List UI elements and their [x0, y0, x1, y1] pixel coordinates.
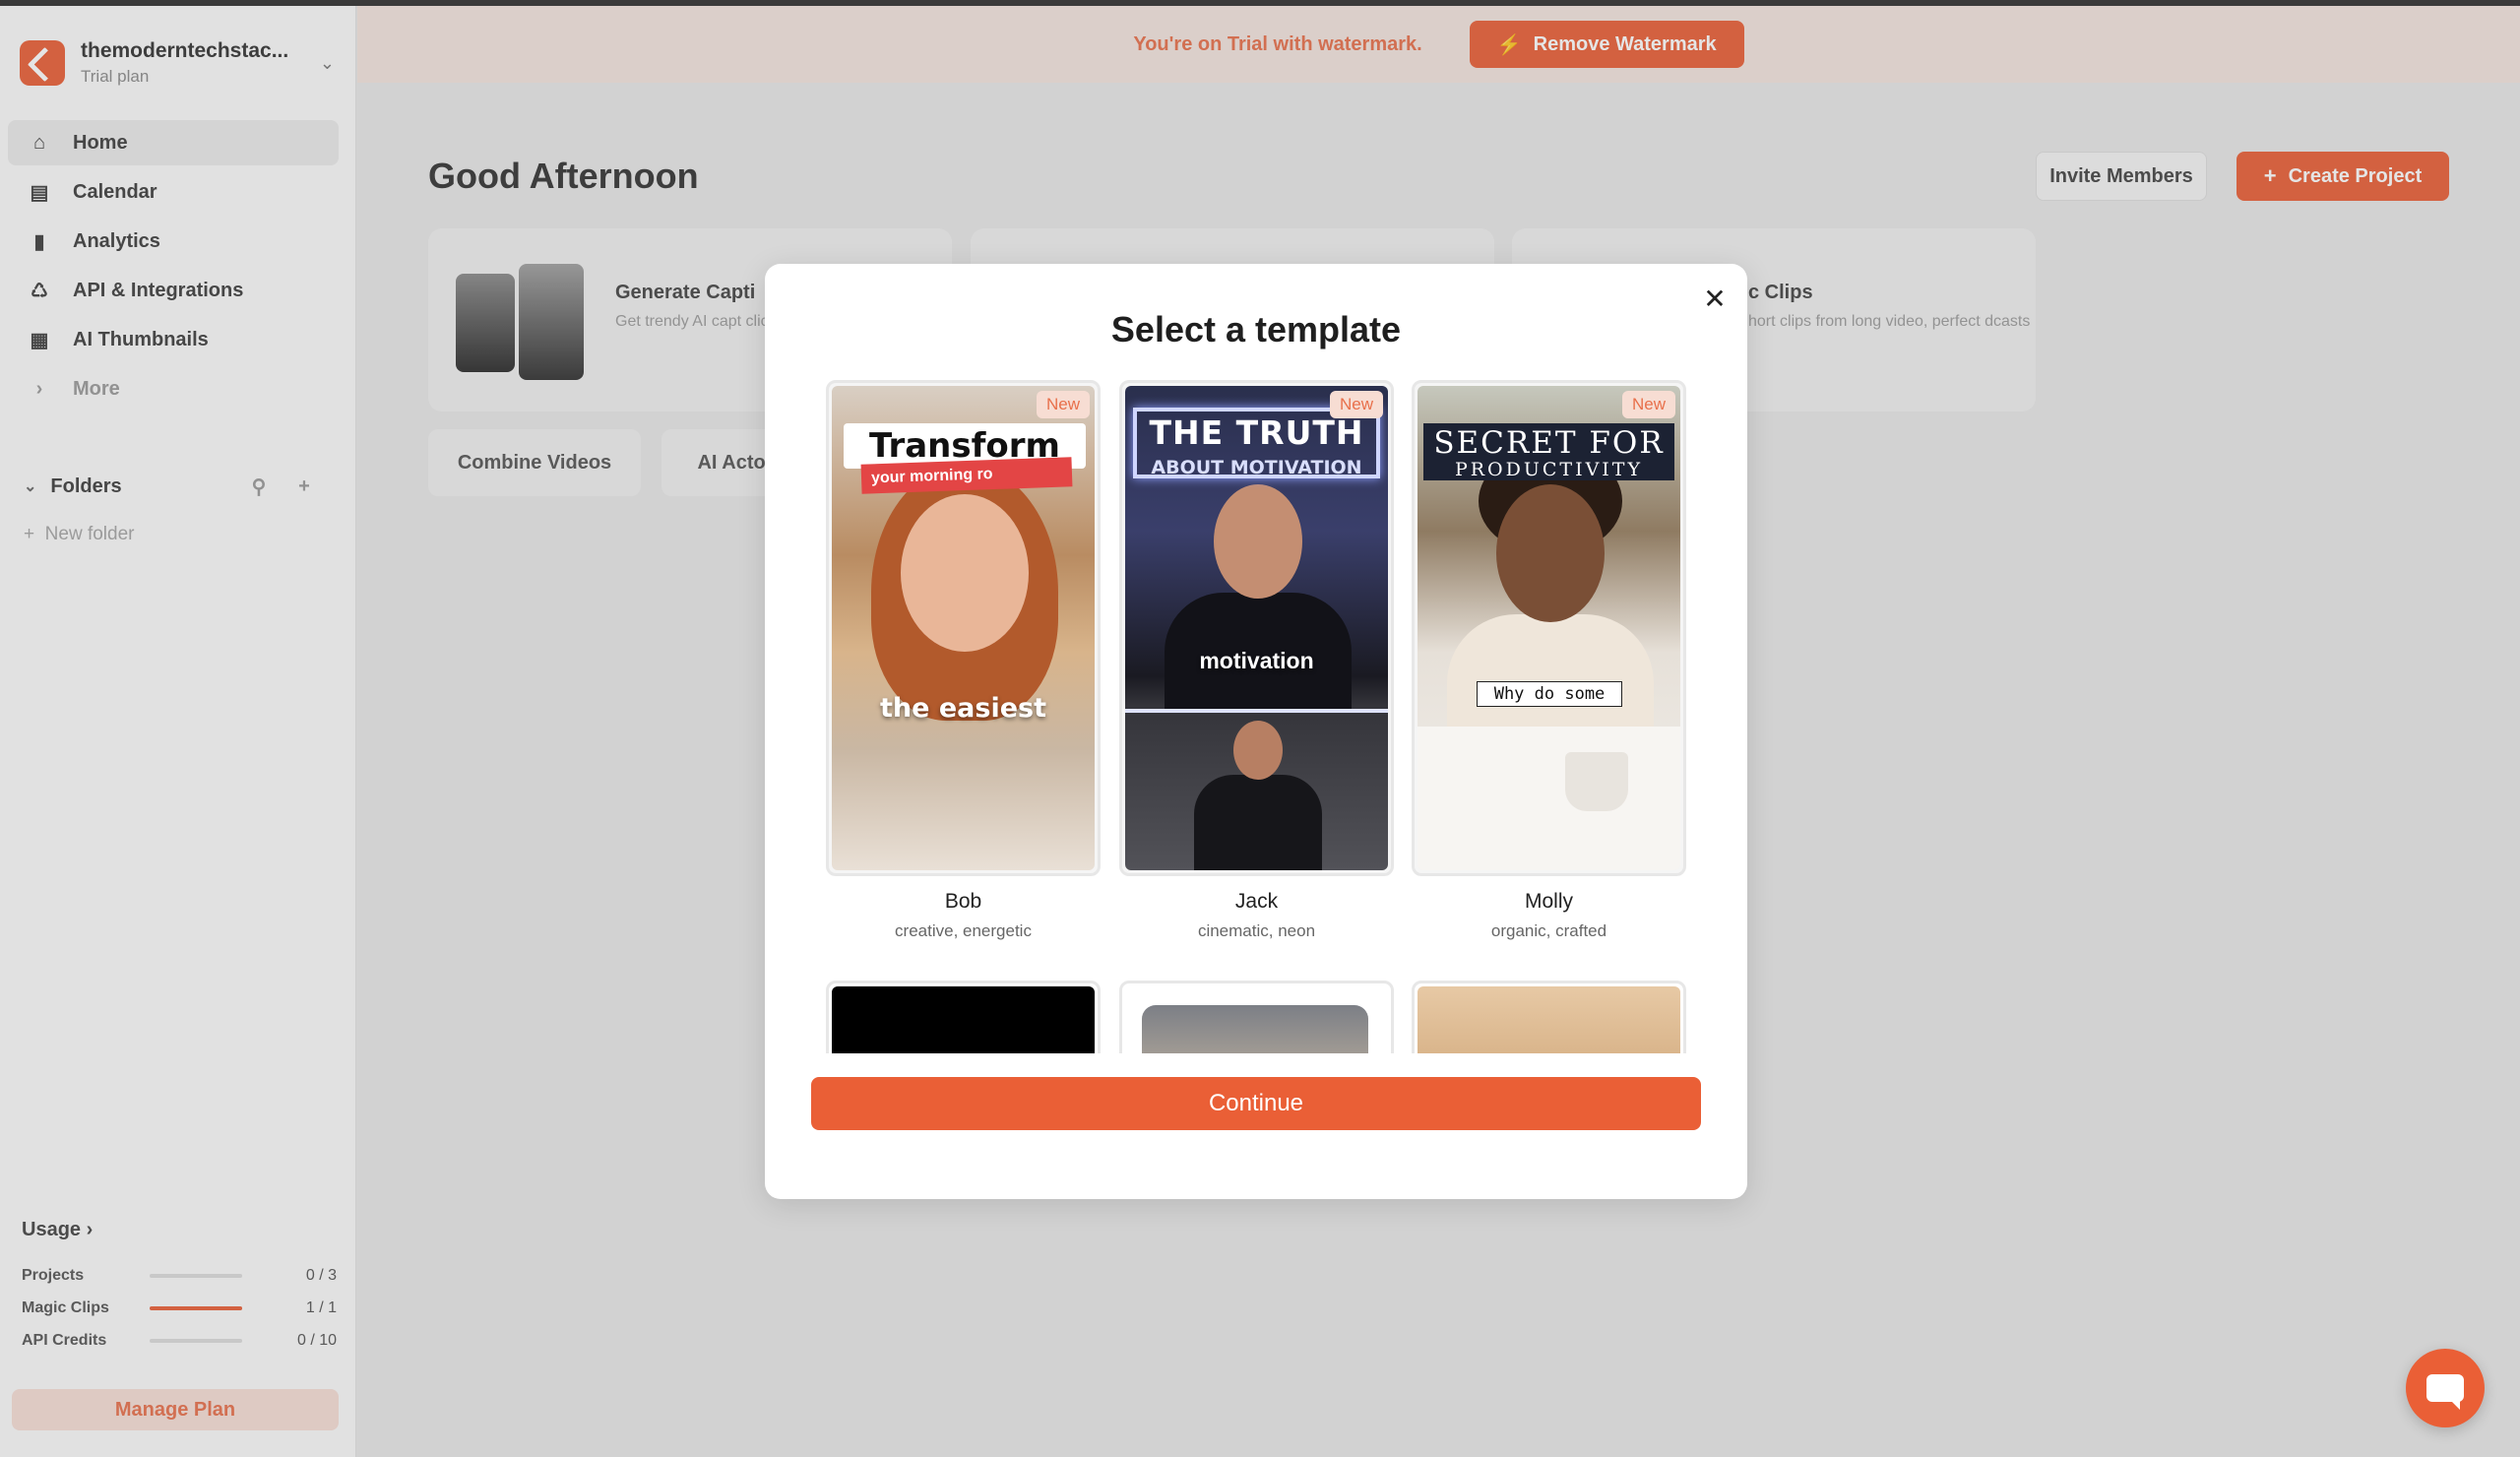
preview-figure	[901, 494, 1029, 652]
modal-title: Select a template	[1110, 309, 1402, 349]
preview-figure	[1233, 721, 1283, 780]
template-card-molly[interactable]: SECRET FOR PRODUCTIVITY Why do some New	[1412, 380, 1686, 876]
overlay-subtitle: ABOUT MOTIVATION	[1151, 457, 1362, 478]
template-name: Jack	[1234, 890, 1279, 913]
template-preview-image: SECRET FOR PRODUCTIVITY Why do some	[1418, 386, 1680, 870]
template-desc: cinematic, neon	[1197, 921, 1316, 940]
preview-figure	[1194, 775, 1322, 870]
preview-cup	[1565, 752, 1628, 811]
template-name: Bob	[944, 890, 982, 913]
template-preview-image: Transform your morning ro the easiest	[832, 386, 1095, 870]
overlay-caption: the easiest	[880, 693, 1046, 724]
overlay-caption: motivation	[1199, 648, 1314, 673]
template-card[interactable]	[1412, 981, 1686, 1053]
overlay-title: THE TRUTH	[1149, 413, 1364, 452]
template-list-row-2	[794, 965, 1718, 1053]
new-badge: New	[1621, 391, 1675, 418]
template-preview-image: THE TRUTH ABOUT MOTIVATION motivation	[1125, 386, 1388, 870]
new-badge: New	[1036, 391, 1090, 418]
select-template-modal: ✕ Select a template Transform your morni…	[765, 264, 1747, 1199]
template-card-jack[interactable]: THE TRUTH ABOUT MOTIVATION motivation Ne…	[1119, 380, 1394, 876]
template-desc: organic, crafted	[1490, 921, 1607, 940]
template-preview-image	[832, 986, 1095, 1053]
overlay-subtitle: your morning ro	[860, 457, 1073, 494]
template-card[interactable]	[826, 981, 1101, 1053]
template-preview-image	[1418, 986, 1680, 1053]
template-name: Molly	[1524, 890, 1573, 913]
overlay-caption: Why do some	[1477, 681, 1622, 707]
preview-figure	[1447, 614, 1654, 732]
continue-button[interactable]: Continue	[811, 1077, 1701, 1130]
preview-torn-paper	[1418, 727, 1680, 870]
template-desc: creative, energetic	[895, 921, 1032, 940]
template-preview-image	[1142, 1005, 1368, 1053]
overlay-subtitle: PRODUCTIVITY	[1454, 459, 1644, 480]
chat-widget-button[interactable]	[2406, 1349, 2485, 1427]
overlay-title: SECRET FOR	[1433, 425, 1665, 461]
preview-figure	[1214, 484, 1302, 599]
template-card-bob[interactable]: Transform your morning ro the easiest Ne…	[826, 380, 1101, 876]
preview-figure	[1496, 484, 1605, 622]
chat-icon	[2426, 1374, 2464, 1410]
template-card[interactable]	[1119, 981, 1394, 1053]
preview-divider	[1125, 709, 1388, 713]
top-strip	[0, 0, 2520, 6]
new-badge: New	[1329, 391, 1383, 418]
